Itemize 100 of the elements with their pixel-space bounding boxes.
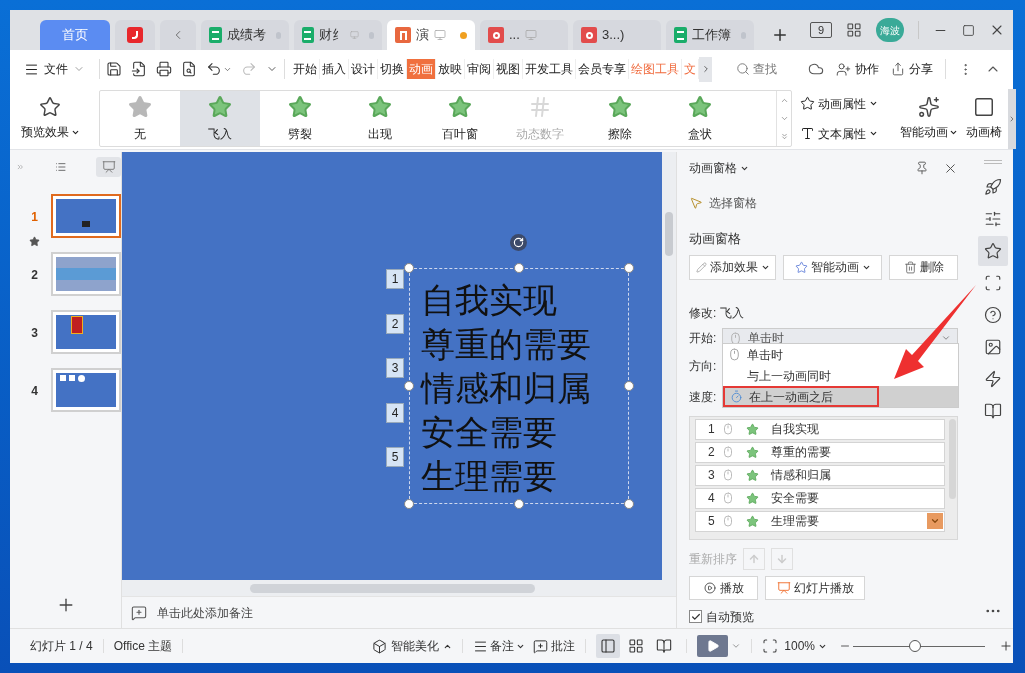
effect-option[interactable]: 百叶窗 [420, 91, 500, 146]
zoom-dropdown[interactable]: 100% [784, 637, 827, 655]
zoom-in-icon[interactable] [999, 639, 1013, 653]
resize-handle[interactable] [514, 263, 524, 273]
animation-item[interactable]: 4 安全需要 [695, 487, 945, 509]
document-tab[interactable]: 3...) [573, 20, 661, 50]
share-button[interactable]: 分享 [891, 60, 933, 78]
collaborate-button[interactable]: 协作 [836, 60, 879, 78]
pane-title[interactable]: 动画窗格 [689, 159, 749, 177]
resize-handle[interactable] [624, 499, 634, 509]
item-name: 情感和归属 [771, 467, 831, 484]
beautify-button[interactable]: 智能美化 [372, 637, 453, 655]
smart-animation-button[interactable]: 智能动画 [898, 96, 960, 141]
ribbon-tab[interactable]: 开发工具 [523, 59, 576, 79]
ribbon-tab[interactable]: 会员专享 [576, 59, 629, 79]
effect-option[interactable]: 盒状 [660, 91, 740, 146]
slide-thumbnail[interactable] [50, 194, 121, 238]
document-tab[interactable]: 财纟 [294, 20, 382, 50]
ribbon-tab[interactable]: 插入 [320, 59, 349, 79]
delete-button[interactable]: 删除 [889, 254, 958, 280]
resize-handle[interactable] [514, 499, 524, 509]
rocket-icon[interactable] [983, 178, 1002, 196]
zoom-slider-thumb[interactable] [909, 640, 922, 652]
text-properties-button[interactable]: 文本属性 [800, 124, 890, 143]
item-dropdown-button[interactable] [927, 513, 943, 529]
zoom-slider[interactable] [853, 640, 985, 652]
resize-handle[interactable] [624, 263, 634, 273]
comment-button[interactable]: 批注 [533, 637, 576, 655]
rotate-handle[interactable] [510, 234, 527, 251]
pin-icon[interactable] [915, 161, 929, 175]
resize-handle[interactable] [404, 381, 414, 391]
animation-item[interactable]: 3 情感和归属 [695, 464, 945, 486]
resize-handle[interactable] [404, 499, 414, 509]
slideshow-button[interactable]: 幻灯片播放 [765, 575, 865, 600]
animation-pane-button[interactable]: 动画椅 [960, 96, 1008, 141]
auto-preview-checkbox[interactable] [689, 610, 702, 623]
caret-icon [869, 99, 878, 108]
document-tab[interactable]: 工作簿 [666, 20, 754, 50]
print-icon[interactable] [156, 61, 172, 77]
resize-handle[interactable] [404, 263, 414, 273]
slideshow-play-button[interactable] [697, 635, 729, 657]
search-button[interactable]: 查找 [736, 60, 777, 78]
horizontal-scrollbar[interactable] [122, 580, 676, 596]
star-icon[interactable] [28, 236, 40, 247]
select-pane-button[interactable]: 选择窗格 [689, 194, 757, 212]
document-tab[interactable]: ... [480, 20, 568, 50]
undo-icon[interactable] [206, 61, 222, 77]
effect-option[interactable]: 劈裂 [260, 91, 340, 146]
mouse-icon [722, 515, 734, 527]
tablet-badge[interactable]: 9 [810, 22, 832, 38]
effect-option[interactable]: 飞入 [180, 91, 260, 146]
animation-item[interactable]: 1 自我实现 [695, 418, 945, 440]
ribbon-tab[interactable]: 设计 [349, 59, 378, 79]
file-menu[interactable]: 文件 [24, 60, 93, 78]
ribbon-tab[interactable]: 放映 [436, 59, 465, 79]
caret-icon [869, 129, 878, 138]
lightning-icon[interactable] [983, 370, 1002, 388]
document-tab[interactable]: 演 [387, 20, 475, 50]
slide-view-tab[interactable] [96, 157, 121, 177]
save-icon[interactable] [106, 61, 122, 77]
effect-option[interactable]: 擦除 [580, 91, 660, 146]
export-icon[interactable] [131, 61, 147, 77]
preview-effect-button[interactable]: 预览效果 [10, 90, 90, 147]
slide-thumbnail[interactable] [50, 310, 121, 354]
notes-button[interactable]: 备注 [473, 637, 526, 655]
slide-thumbnail[interactable] [50, 368, 121, 412]
animation-properties-button[interactable]: 动画属性 [800, 94, 890, 113]
print-preview-icon[interactable] [181, 61, 197, 77]
document-tab[interactable]: 成绩考 [201, 20, 289, 50]
apps-icon[interactable] [846, 22, 862, 38]
ribbon-tab[interactable]: 视图 [494, 59, 523, 79]
vertical-scrollbar[interactable] [662, 152, 676, 580]
mouse-icon [722, 469, 734, 481]
animation-item[interactable]: 2 尊重的需要 [695, 441, 945, 463]
animation-item[interactable]: 5 生理需要 [695, 510, 945, 532]
ribbon-tab[interactable]: 开始 [291, 59, 320, 79]
view-button[interactable] [596, 634, 621, 658]
smart-animation-button[interactable]: 智能动画 [783, 254, 882, 280]
sliders-icon[interactable] [983, 210, 1002, 228]
fit-window-icon[interactable] [762, 638, 779, 654]
notes-placeholder[interactable]: 单击此处添加备注 [157, 603, 253, 622]
image-icon[interactable] [983, 338, 1002, 356]
effect-option[interactable]: 出现 [340, 91, 420, 146]
book-icon[interactable] [983, 402, 1002, 420]
dropdown-option[interactable]: 在上一动画之后 [723, 386, 958, 407]
tab-title: ... [509, 26, 520, 45]
cloud-icon[interactable] [808, 61, 824, 77]
effect-option[interactable]: 无 [100, 91, 180, 146]
maximize-icon[interactable] [962, 23, 975, 37]
ribbon-tab[interactable]: 审阅 [465, 59, 494, 79]
transition-icon[interactable] [983, 274, 1002, 292]
help-icon[interactable] [983, 306, 1002, 324]
animation-star-button[interactable] [977, 236, 1008, 266]
animation-tag: 2 [386, 313, 404, 334]
app-tab[interactable] [115, 20, 155, 50]
add-effect-button[interactable]: 添加效果 [689, 254, 776, 280]
resize-handle[interactable] [624, 381, 634, 391]
slide-thumbnail[interactable] [50, 252, 121, 296]
normal-view-icon [600, 638, 617, 654]
play-button[interactable]: 播放 [689, 575, 758, 600]
